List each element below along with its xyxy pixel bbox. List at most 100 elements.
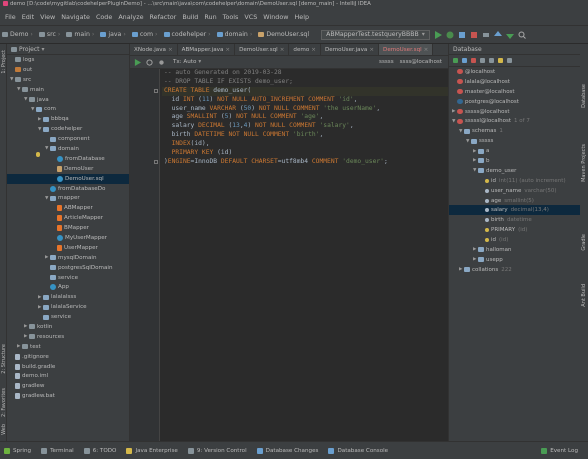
tree-row[interactable]: demo.iml: [7, 372, 129, 382]
tree-row[interactable]: ▶ sssss@localhost: [449, 107, 580, 117]
breadcrumb-item[interactable]: main ›: [66, 31, 96, 38]
menu-item-tools[interactable]: Tools: [223, 13, 239, 21]
bottom-tool-button[interactable]: Database Changes: [256, 447, 318, 454]
tree-row[interactable]: ▶ mysqlDomain: [7, 253, 129, 263]
tree-row[interactable]: postgresSqlDomain: [7, 263, 129, 273]
tree-row[interactable]: ▼ java: [7, 95, 129, 105]
datasource-select[interactable]: ssss@localhost: [400, 59, 442, 65]
console-icon[interactable]: [498, 58, 503, 63]
tree-row[interactable]: ▼ codehelper: [7, 124, 129, 134]
breadcrumb-item[interactable]: src ›: [38, 31, 63, 38]
tree-row[interactable]: gradlew.bat: [7, 391, 129, 401]
menu-item-help[interactable]: Help: [294, 13, 309, 21]
menu-item-analyze[interactable]: Analyze: [118, 13, 143, 21]
tree-row[interactable]: birth datetime: [449, 215, 580, 225]
tree-row[interactable]: master@localhost: [449, 87, 580, 97]
bottom-tool-button[interactable]: Terminal: [41, 447, 74, 454]
chevron-down-icon[interactable]: ▾: [42, 46, 45, 53]
tree-row[interactable]: MyUserMapper: [7, 233, 129, 243]
tree-row[interactable]: BMapper: [7, 223, 129, 233]
breadcrumb-item[interactable]: DemoUser.sql: [258, 31, 309, 38]
edit-icon[interactable]: [480, 58, 485, 63]
close-icon[interactable]: ×: [369, 47, 374, 53]
tree-row[interactable]: .gitignore: [7, 352, 129, 362]
tree-row[interactable]: ▶ halloman: [449, 245, 580, 255]
tree-row[interactable]: App: [7, 282, 129, 292]
tree-row[interactable]: fromDatabase: [7, 154, 129, 164]
breadcrumb-item[interactable]: domain ›: [216, 31, 255, 38]
tree-row[interactable]: service: [7, 273, 129, 283]
tree-row[interactable]: component: [7, 134, 129, 144]
tree-row[interactable]: out: [7, 65, 129, 75]
fold-icon[interactable]: [154, 160, 158, 164]
tree-row[interactable]: postgres@localhost: [449, 97, 580, 107]
tree-row[interactable]: ▼ src: [7, 75, 129, 85]
tree-row[interactable]: ▶ lalalaService: [7, 302, 129, 312]
editor-tab[interactable]: DemoUser.sql ×: [379, 44, 434, 55]
tree-row[interactable]: ▼ domain: [7, 144, 129, 154]
menu-item-code[interactable]: Code: [96, 13, 112, 21]
intention-bulb-icon[interactable]: [36, 152, 40, 158]
tree-row[interactable]: ▶ collations 222: [449, 265, 580, 275]
tree-row[interactable]: logs: [7, 55, 129, 65]
tx-mode-select[interactable]: Tx: Auto: [173, 59, 196, 65]
menu-item-navigate[interactable]: Navigate: [61, 13, 90, 21]
tree-row[interactable]: age smallint(5): [449, 196, 580, 206]
tree-row[interactable]: PRIMARY (id): [449, 225, 580, 235]
tree-row[interactable]: ▼ mapper: [7, 193, 129, 203]
editor-tab[interactable]: XNode.java ×: [130, 44, 178, 55]
tree-row[interactable]: id (id): [449, 235, 580, 245]
editor-tab[interactable]: DemoUser.sql ×: [235, 44, 290, 55]
close-icon[interactable]: ×: [225, 47, 230, 53]
tree-row[interactable]: ▶ resources: [7, 332, 129, 342]
tree-row[interactable]: UserMapper: [7, 243, 129, 253]
bottom-tool-button[interactable]: 9: Version Control: [187, 447, 247, 454]
tree-row[interactable]: salary decimal(13,4): [449, 205, 580, 216]
vcs-commit-icon[interactable]: [505, 31, 514, 39]
tree-row[interactable]: ABMapper: [7, 203, 129, 213]
history-icon[interactable]: [146, 58, 153, 66]
close-icon[interactable]: ×: [424, 47, 429, 53]
tree-row[interactable]: ▶ test: [7, 342, 129, 352]
stop-icon[interactable]: [470, 31, 478, 39]
menu-item-refactor[interactable]: Refactor: [150, 13, 177, 21]
code-editor[interactable]: -- auto Generated on 2019-03-28 -- DROP T…: [162, 69, 448, 441]
tree-row[interactable]: fromDatabaseDo: [7, 184, 129, 194]
editor-tab[interactable]: demo ×: [289, 44, 321, 55]
tree-row[interactable]: ArticleMapper: [7, 213, 129, 223]
menu-item-vcs[interactable]: VCS: [244, 13, 257, 21]
search-icon[interactable]: [518, 31, 526, 39]
coverage-icon[interactable]: [458, 31, 466, 39]
schema-select[interactable]: sssss: [379, 59, 394, 65]
tree-row[interactable]: ▼ demo_user: [449, 166, 580, 176]
tree-row[interactable]: ▼ sssssl@localhost 1 of 7: [449, 116, 580, 126]
run-config-select[interactable]: ABMapperTest.testqueryBBBB ▾: [321, 29, 430, 40]
breadcrumb-item[interactable]: codehelper ›: [163, 31, 213, 38]
bottom-tool-button[interactable]: Database Console: [328, 447, 388, 454]
stop-icon[interactable]: [471, 58, 476, 63]
tree-row[interactable]: lalala@localhost: [449, 77, 580, 87]
breadcrumb-item[interactable]: Demo ›: [2, 31, 35, 38]
debug-icon[interactable]: [446, 31, 454, 39]
tree-row[interactable]: ▶ usepp: [449, 255, 580, 265]
tool-window-ant[interactable]: Ant Build: [581, 284, 587, 307]
tree-row[interactable]: ▶ b: [449, 156, 580, 166]
table-icon[interactable]: [489, 58, 494, 63]
tree-row[interactable]: ▶ lalalalsss: [7, 292, 129, 302]
tree-row[interactable]: @localhost: [449, 67, 580, 77]
bottom-tool-button[interactable]: Java Enterprise: [126, 447, 178, 454]
event-log-button[interactable]: Event Log: [541, 447, 578, 454]
close-icon[interactable]: ×: [168, 47, 173, 53]
tree-row[interactable]: DemoUser: [7, 164, 129, 174]
fold-icon[interactable]: [154, 88, 158, 93]
tree-row[interactable]: service: [7, 312, 129, 322]
breadcrumb-item[interactable]: com ›: [131, 31, 160, 38]
refresh-icon[interactable]: [462, 58, 467, 63]
tool-window-database[interactable]: Database: [581, 84, 587, 108]
menu-item-run[interactable]: Run: [204, 13, 216, 21]
add-icon[interactable]: [453, 58, 458, 63]
vcs-update-icon[interactable]: [493, 30, 502, 39]
close-icon[interactable]: ×: [280, 47, 285, 53]
tree-row[interactable]: build.gradle: [7, 362, 129, 372]
tree-row[interactable]: ▶ a: [449, 146, 580, 156]
